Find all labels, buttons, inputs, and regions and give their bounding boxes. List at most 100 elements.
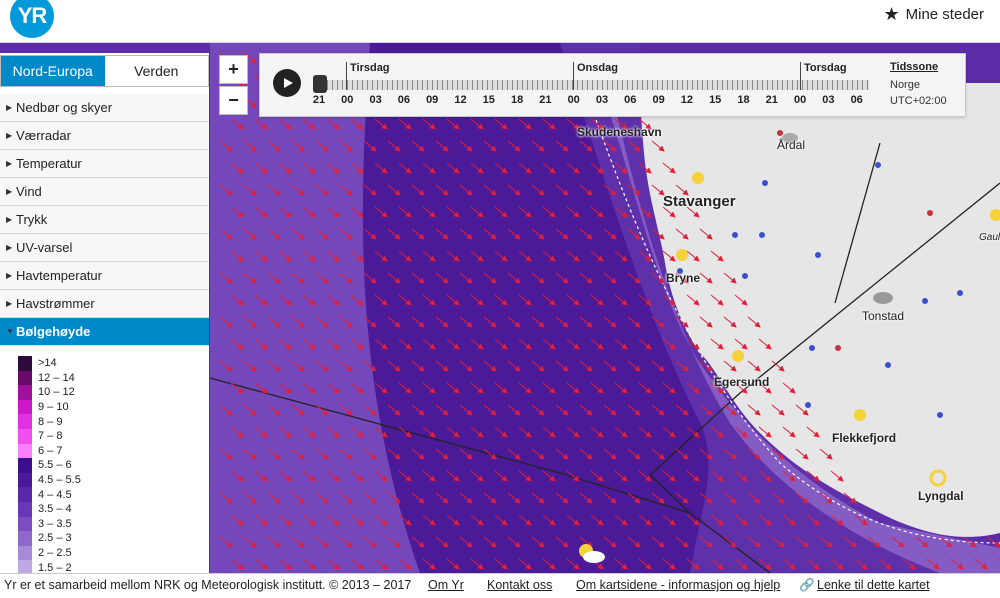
legend-swatch [18,443,32,459]
legend-row: 2 – 2.5 [18,545,209,561]
layer-label: UV-varsel [16,240,73,255]
tab-nord-europa[interactable]: Nord-Europa [1,56,105,86]
tab-verden[interactable]: Verden [104,56,208,86]
hour-label: 21 [539,94,552,106]
hour-label: 12 [680,94,694,106]
timeline-panel: Tirsdag Onsdag Torsdag 21 00 03 06 09 12 15 18 2… [259,53,966,117]
timezone-link[interactable]: Tidssone [890,61,938,73]
day-label-tirsdag: Tirsdag [350,62,390,74]
legend-label: 6 – 7 [38,444,63,457]
hour-label: 15 [482,94,495,106]
legend-swatch [18,531,32,546]
layer-vind[interactable]: ▶ Vind [0,178,209,206]
layer-bolgehoyde[interactable]: ▼ Bølgehøyde [0,318,209,346]
hour-label: 15 [709,94,722,106]
time-slider-handle[interactable] [313,75,327,93]
footer-credit: Yr er et samarbeid mellom NRK og Meteoro… [4,578,412,592]
hour-label: 21 [765,94,778,106]
legend-row: 2.5 – 3 [18,531,209,546]
footer-link-om-kartsidene[interactable]: Om kartsidene - informasjon og hjelp [576,574,780,597]
layer-havstrommer[interactable]: ▶ Havstrømmer [0,290,209,318]
layer-havtemperatur[interactable]: ▶ Havtemperatur [0,262,209,290]
legend-row: 12 – 14 [18,370,209,386]
mine-steder-label: Mine steder [905,6,984,23]
mine-steder-button[interactable]: ★ Mine steder [883,4,984,25]
place-egersund[interactable]: Egersund [714,375,769,389]
hour-label: 09 [426,94,439,106]
wave-height-legend: >14 12 – 14 10 – 12 9 – 10 8 – 9 7 – 86 – 7 5.… [0,346,209,575]
place-flekkefjord[interactable]: Flekkefjord [832,431,896,445]
legend-swatch [18,356,32,371]
legend-row: 10 – 12 [18,385,209,400]
layer-nedbor-og-skyer[interactable]: ▶ Nedbør og skyer [0,94,209,122]
place-ardal[interactable]: Årdal [777,138,805,152]
legend-label: 8 – 9 [38,415,63,428]
hour-label: 09 [652,94,665,106]
footer-link-kontakt[interactable]: Kontakt oss [487,574,552,597]
caret-down-icon: ▼ [6,327,14,336]
zoom-out-button[interactable]: − [219,86,248,115]
legend-swatch [18,428,32,444]
footer-link-lenke[interactable]: Lenke til dette kartet [817,574,930,597]
layer-label: Trykk [16,212,48,227]
legend-label: 12 – 14 [38,371,75,384]
legend-label: 2 – 2.5 [38,547,72,560]
legend-row: 4.5 – 5.5 [18,472,209,488]
legend-label: 9 – 10 [38,401,69,414]
place-stavanger[interactable]: Stavanger [663,193,736,210]
play-button[interactable] [273,69,301,97]
legend-label: 1.5 – 2 [38,561,72,574]
legend-row: 8 – 9 [18,414,209,429]
caret-right-icon: ▶ [6,215,13,224]
legend-swatch [18,458,32,473]
legend-swatch [18,472,32,488]
layer-label: Havtemperatur [16,268,102,283]
time-slider-track[interactable] [317,80,869,90]
legend-row: >14 [18,356,209,371]
legend-label: 10 – 12 [38,386,75,399]
day-divider [573,62,574,90]
hour-label: 18 [737,94,750,106]
caret-right-icon: ▶ [6,243,13,252]
legend-row: 9 – 10 [18,399,209,415]
hour-label: 00 [341,94,354,106]
hour-label: 12 [454,94,467,106]
region-tabs: Nord-Europa Verden [0,55,209,87]
star-icon: ★ [883,4,900,24]
chain-link-icon: 🔗 [799,578,815,592]
legend-swatch [18,487,32,502]
footer: Yr er et samarbeid mellom NRK og Meteoro… [0,573,1000,598]
day-label-onsdag: Onsdag [577,62,618,74]
caret-right-icon: ▶ [6,187,13,196]
layer-uv-varsel[interactable]: ▶ UV-varsel [0,234,209,262]
legend-swatch [18,385,32,400]
hour-label: 03 [369,94,382,106]
hour-label: 06 [850,94,863,106]
place-lyngdal[interactable]: Lyngdal [918,489,964,503]
legend-swatch [18,545,32,561]
legend-label: 3 – 3.5 [38,517,72,530]
layer-trykk[interactable]: ▶ Trykk [0,206,209,234]
play-icon [284,78,293,88]
day-label-torsdag: Torsdag [804,62,847,74]
layer-label: Værradar [16,128,71,143]
legend-row: 6 – 7 [18,443,209,459]
timezone-region: Norge [890,79,920,91]
day-divider [800,62,801,90]
place-tonstad[interactable]: Tonstad [862,309,904,323]
footer-link-om-yr[interactable]: Om Yr [428,574,464,597]
layer-temperatur[interactable]: ▶ Temperatur [0,150,209,178]
legend-row: 3.5 – 4 [18,501,209,517]
hour-label: 06 [397,94,411,106]
place-bryne[interactable]: Bryne [666,271,700,285]
place-skudeneshavn[interactable]: Skudeneshavn [577,125,662,139]
yr-logo[interactable]: YR [10,0,54,38]
layer-label: Havstrømmer [16,296,95,311]
zoom-in-button[interactable]: + [219,55,248,84]
hour-label: 00 [793,94,807,106]
timezone-offset: UTC+02:00 [890,95,947,107]
hour-label: 03 [595,94,609,106]
place-gauli[interactable]: Gauli [979,232,1000,243]
layer-label: Bølgehøyde [16,324,91,339]
layer-vaerradar[interactable]: ▶ Værradar [0,122,209,150]
